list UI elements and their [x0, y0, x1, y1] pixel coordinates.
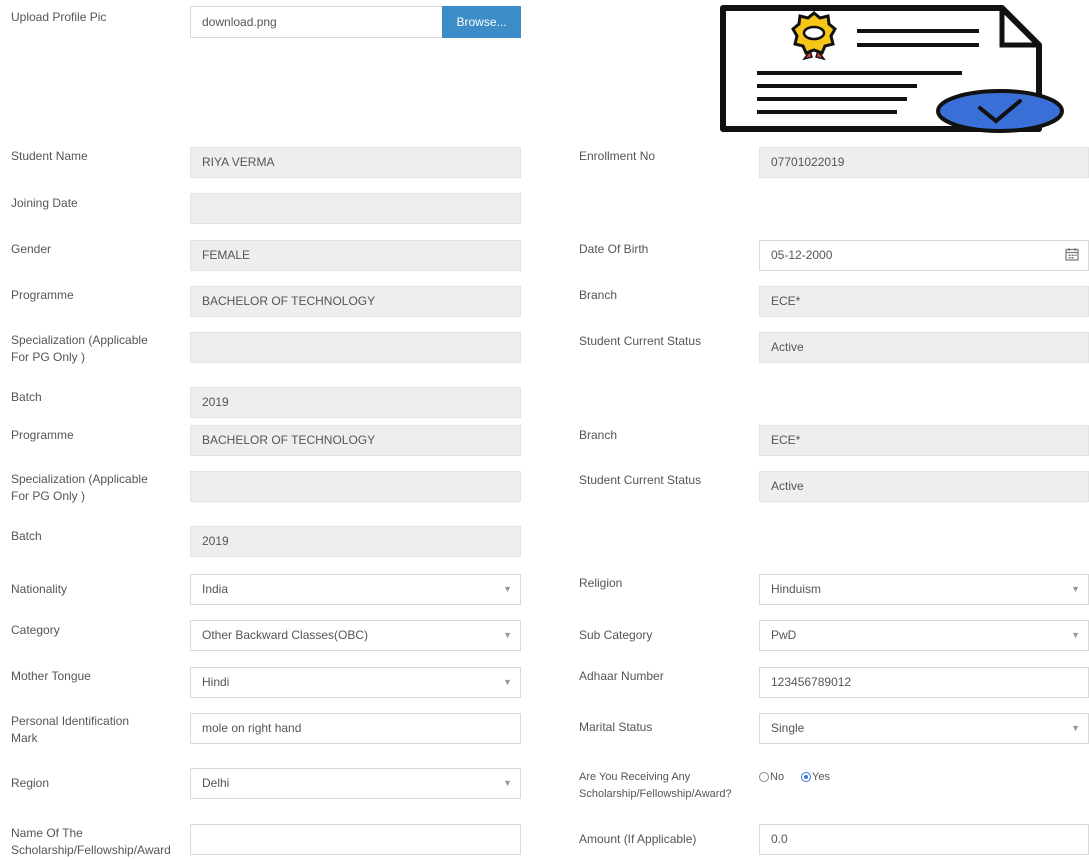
enrollment-no-field[interactable]: 07701022019 [759, 147, 1089, 178]
marital-status-value: Single [771, 721, 805, 735]
gender-field[interactable]: FEMALE [190, 240, 521, 271]
batch-field[interactable]: 2019 [190, 526, 521, 557]
chevron-down-icon: ▼ [503, 677, 512, 687]
student-name-label: Student Name [11, 149, 88, 163]
branch-field[interactable]: ECE* [759, 425, 1089, 456]
nationality-value: India [202, 582, 229, 596]
gender-label: Gender [11, 242, 52, 256]
file-name-display[interactable]: download.png [190, 6, 443, 38]
specialization-label-line1: Specialization (Applicable [11, 472, 148, 486]
category-value: Other Backward Classes(OBC) [202, 628, 369, 642]
category-label: Category [11, 623, 60, 637]
radio-no-label[interactable]: No [770, 769, 784, 786]
programme-label: Programme [11, 428, 74, 442]
chevron-down-icon: ▼ [503, 778, 512, 788]
branch-label: Branch [579, 288, 618, 302]
specialization-label-line2: For PG Only ) [11, 489, 86, 503]
certificate-icon [720, 5, 1064, 133]
chevron-down-icon: ▼ [1071, 630, 1080, 640]
student-name-field[interactable]: RIYA VERMA [190, 147, 521, 178]
joining-date-label: Joining Date [11, 196, 78, 210]
religion-select[interactable]: Hinduism ▼ [759, 574, 1089, 605]
sub-category-select[interactable]: PwD ▼ [759, 620, 1089, 651]
marital-status-label: Marital Status [579, 720, 653, 734]
mother-tongue-select[interactable]: Hindi ▼ [190, 667, 521, 698]
sub-category-label: Sub Category [579, 628, 653, 642]
radio-no[interactable] [759, 772, 769, 782]
joining-date-field[interactable] [190, 193, 521, 224]
scholarship-name-label-line2: Scholarship/Fellowship/Award [11, 843, 171, 857]
region-label: Region [11, 776, 50, 790]
upload-profile-pic-label: Upload Profile Pic [11, 10, 107, 24]
pim-label: Personal Identification Mark [11, 713, 129, 747]
student-status-field[interactable]: Active [759, 332, 1089, 363]
region-value: Delhi [202, 776, 230, 790]
sub-category-value: PwD [771, 628, 797, 642]
dob-value: 05-12-2000 [771, 248, 833, 262]
scholarship-radio-group: No Yes [759, 769, 859, 786]
region-select[interactable]: Delhi ▼ [190, 768, 521, 799]
radio-yes-label[interactable]: Yes [812, 769, 830, 786]
student-status-label: Student Current Status [579, 334, 702, 348]
radio-yes[interactable] [801, 772, 811, 782]
religion-label: Religion [579, 576, 623, 590]
chevron-down-icon: ▼ [503, 584, 512, 594]
batch-label: Batch [11, 390, 42, 404]
batch-label: Batch [11, 529, 42, 543]
adhaar-input[interactable]: 123456789012 [759, 667, 1089, 698]
scholarship-name-label: Name Of The Scholarship/Fellowship/Award [11, 825, 171, 859]
adhaar-label: Adhaar Number [579, 669, 664, 683]
dob-label: Date Of Birth [579, 242, 649, 256]
specialization-field[interactable] [190, 332, 521, 363]
enrollment-no-label: Enrollment No [579, 149, 656, 163]
scholarship-question-line2: Scholarship/Fellowship/Award? [579, 788, 732, 800]
marital-status-select[interactable]: Single ▼ [759, 713, 1089, 744]
religion-value: Hinduism [771, 582, 822, 596]
category-select[interactable]: Other Backward Classes(OBC) ▼ [190, 620, 521, 651]
nationality-select[interactable]: India ▼ [190, 574, 521, 605]
specialization-label: Specialization (Applicable For PG Only ) [11, 332, 148, 366]
student-status-label: Student Current Status [579, 473, 702, 487]
pim-input[interactable]: mole on right hand [190, 713, 521, 744]
mother-tongue-label: Mother Tongue [11, 669, 91, 683]
amount-label: Amount (If Applicable) [579, 832, 697, 846]
specialization-label-line2: For PG Only ) [11, 350, 86, 364]
programme-field[interactable]: BACHELOR OF TECHNOLOGY [190, 286, 521, 317]
specialization-label-line1: Specialization (Applicable [11, 333, 148, 347]
chevron-down-icon: ▼ [1071, 723, 1080, 733]
browse-button[interactable]: Browse... [442, 6, 521, 38]
mother-tongue-value: Hindi [202, 675, 230, 689]
scholarship-name-label-line1: Name Of The [11, 826, 83, 840]
branch-field[interactable]: ECE* [759, 286, 1089, 317]
chevron-down-icon: ▼ [503, 630, 512, 640]
scholarship-question-line1: Are You Receiving Any [579, 771, 691, 783]
dob-field[interactable]: 05-12-2000 [759, 240, 1089, 271]
chevron-down-icon: ▼ [1071, 584, 1080, 594]
branch-label: Branch [579, 428, 618, 442]
batch-field[interactable]: 2019 [190, 387, 521, 418]
programme-field[interactable]: BACHELOR OF TECHNOLOGY [190, 425, 521, 456]
pim-label-line1: Personal Identification [11, 714, 130, 728]
pim-label-line2: Mark [11, 731, 38, 745]
scholarship-question-label: Are You Receiving Any Scholarship/Fellow… [579, 769, 732, 803]
specialization-label: Specialization (Applicable For PG Only ) [11, 471, 148, 505]
programme-label: Programme [11, 288, 74, 302]
specialization-field[interactable] [190, 471, 521, 502]
calendar-icon[interactable] [1065, 247, 1079, 261]
student-status-field[interactable]: Active [759, 471, 1089, 502]
amount-input[interactable]: 0.0 [759, 824, 1089, 855]
scholarship-name-input[interactable] [190, 824, 521, 855]
nationality-label: Nationality [11, 582, 68, 596]
